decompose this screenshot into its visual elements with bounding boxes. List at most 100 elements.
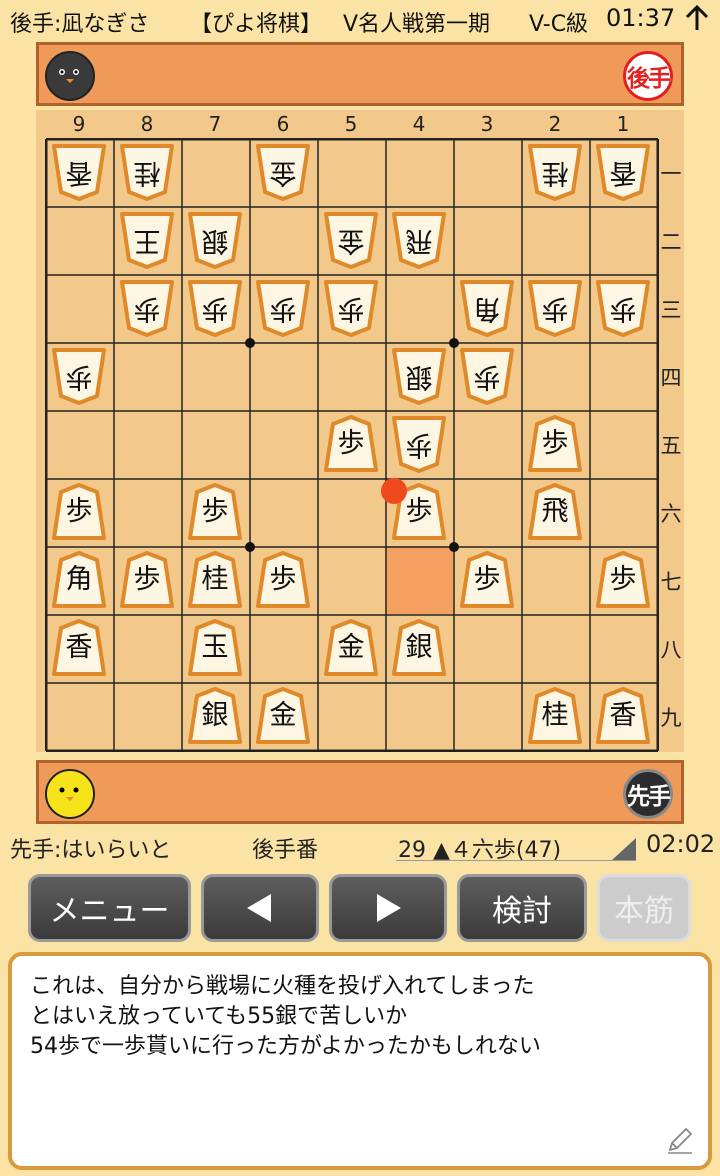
comment-line: 54歩で一歩貰いに行った方がよかったかもしれない	[30, 1034, 541, 1059]
sente-piece-58[interactable]: 金	[322, 618, 380, 678]
sente-piece-97[interactable]: 角	[50, 550, 108, 610]
gote-piece-91[interactable]: 香	[50, 142, 108, 202]
sente-piece-26[interactable]: 飛	[526, 482, 584, 542]
player-class: V-C級	[529, 12, 589, 37]
sente-piece-25[interactable]: 歩	[526, 414, 584, 474]
black-chick-avatar[interactable]	[43, 48, 97, 102]
sente-player-name: 先手:はいらいと	[10, 838, 172, 863]
sente-piece-98[interactable]: 香	[50, 618, 108, 678]
sente-piece-29[interactable]: 桂	[526, 686, 584, 746]
piece-label: 銀	[201, 225, 229, 256]
piece-label: 金	[269, 157, 297, 188]
gote-piece-11[interactable]: 香	[594, 142, 652, 202]
mainline-button[interactable]: 本筋	[597, 874, 691, 942]
sente-piece-67[interactable]: 歩	[254, 550, 312, 610]
sente-piece-69[interactable]: 金	[254, 686, 312, 746]
sente-piece-37[interactable]: 歩	[458, 550, 516, 610]
gote-piece-73[interactable]: 歩	[186, 278, 244, 338]
gote-piece-21[interactable]: 桂	[526, 142, 584, 202]
piece-label: 香	[609, 700, 637, 731]
piece-label: 香	[609, 157, 637, 188]
piece-label: 飛	[541, 496, 569, 527]
gote-piece-45[interactable]: 歩	[390, 414, 448, 474]
gote-piece-52[interactable]: 金	[322, 210, 380, 270]
piece-label: 銀	[201, 700, 229, 731]
sente-piece-76[interactable]: 歩	[186, 482, 244, 542]
piece-label: 歩	[269, 564, 297, 595]
gote-piece-81[interactable]: 桂	[118, 142, 176, 202]
shogi-board[interactable]: 987654321 一二三四五六七八九 香桂金桂香王銀金飛歩歩歩歩角歩歩歩銀歩歩…	[36, 110, 684, 752]
pencil-icon[interactable]	[664, 1124, 696, 1156]
triangle-left-icon	[247, 894, 271, 922]
piece-label: 歩	[541, 293, 569, 324]
piece-label: 歩	[473, 361, 501, 392]
piece-label: 歩	[201, 496, 229, 527]
sente-piece-78[interactable]: 玉	[186, 618, 244, 678]
piece-label: 金	[337, 632, 365, 663]
sente-piece-19[interactable]: 香	[594, 686, 652, 746]
comment-line: これは、自分から戦場に火種を投げ入れてしまった	[30, 974, 535, 999]
top-bar: 後手:凪なぎさ 【ぴよ将棋】 V名人戦第一期 V-C級 01:37	[0, 0, 720, 42]
piece-label: 王	[133, 225, 161, 256]
sente-piece-87[interactable]: 歩	[118, 550, 176, 610]
gote-piece-82[interactable]: 王	[118, 210, 176, 270]
arrow-up-icon[interactable]	[684, 4, 710, 32]
prev-move-button[interactable]	[201, 874, 319, 942]
piece-label: 角	[473, 293, 501, 324]
piece-label: 歩	[201, 293, 229, 324]
turn-indicator: 後手番	[252, 838, 319, 863]
gote-piece-53[interactable]: 歩	[322, 278, 380, 338]
piece-label: 歩	[269, 293, 297, 324]
gote-player-name: 後手:凪なぎさ	[10, 12, 150, 37]
sente-piece-79[interactable]: 銀	[186, 686, 244, 746]
analyze-button[interactable]: 検討	[457, 874, 587, 942]
piece-label: 桂	[541, 700, 569, 731]
gote-piece-34[interactable]: 歩	[458, 346, 516, 406]
piece-label: 歩	[405, 429, 433, 460]
gote-piece-63[interactable]: 歩	[254, 278, 312, 338]
menu-button[interactable]: メニュー	[28, 874, 191, 942]
move-underline	[396, 860, 636, 861]
piece-label: 銀	[405, 632, 433, 663]
yellow-chick-avatar[interactable]	[43, 766, 97, 820]
gote-clock: 01:37	[606, 4, 676, 32]
app-name: 【ぴよ将棋】	[190, 12, 323, 37]
piece-label: 歩	[337, 293, 365, 324]
gote-piece-23[interactable]: 歩	[526, 278, 584, 338]
piece-label: 歩	[609, 564, 637, 595]
sente-piece-77[interactable]: 桂	[186, 550, 244, 610]
comment-box[interactable]: これは、自分から戦場に火種を投げ入れてしまった とはいえ放っていても55銀で苦し…	[8, 952, 712, 1170]
piece-label: 歩	[541, 428, 569, 459]
dropdown-corner-icon[interactable]	[612, 838, 636, 860]
piece-label: 玉	[201, 632, 229, 663]
sente-piece-96[interactable]: 歩	[50, 482, 108, 542]
sente-piece-55[interactable]: 歩	[322, 414, 380, 474]
gote-piece-44[interactable]: 銀	[390, 346, 448, 406]
sente-clock: 02:02	[646, 830, 716, 858]
sente-player-strip: 先手	[36, 760, 684, 824]
sente-piece-17[interactable]: 歩	[594, 550, 652, 610]
piece-label: 飛	[405, 225, 433, 256]
piece-label: 歩	[133, 293, 161, 324]
gote-piece-83[interactable]: 歩	[118, 278, 176, 338]
gote-piece-94[interactable]: 歩	[50, 346, 108, 406]
event-name: V名人戦第一期	[343, 12, 491, 37]
piece-label: 金	[337, 225, 365, 256]
last-move-marker	[381, 478, 407, 504]
piece-label: 香	[65, 157, 93, 188]
piece-label: 歩	[65, 361, 93, 392]
piece-label: 桂	[201, 564, 229, 595]
piece-label: 歩	[473, 564, 501, 595]
gote-piece-42[interactable]: 飛	[390, 210, 448, 270]
piece-label: 桂	[133, 157, 161, 188]
next-move-button[interactable]	[329, 874, 447, 942]
gote-piece-72[interactable]: 銀	[186, 210, 244, 270]
sente-piece-48[interactable]: 銀	[390, 618, 448, 678]
gote-piece-13[interactable]: 歩	[594, 278, 652, 338]
gote-piece-33[interactable]: 角	[458, 278, 516, 338]
star-point	[245, 338, 255, 348]
piece-label: 金	[269, 700, 297, 731]
gote-piece-61[interactable]: 金	[254, 142, 312, 202]
piece-label: 桂	[541, 157, 569, 188]
piece-label: 歩	[609, 293, 637, 324]
